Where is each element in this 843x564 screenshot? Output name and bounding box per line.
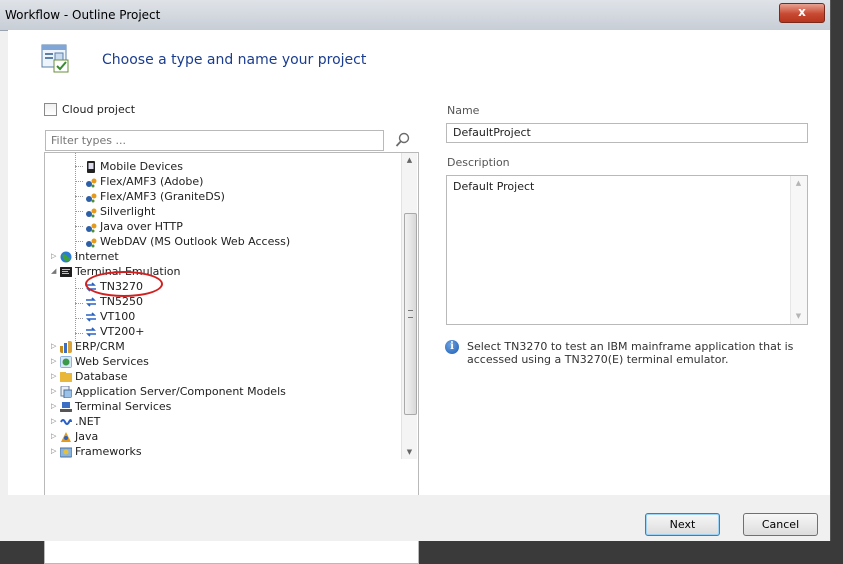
expand-arrow-icon[interactable]: ▷ [51,399,60,414]
protocol-icon [86,178,97,187]
grip-icon [408,310,413,318]
name-field[interactable]: DefaultProject [446,123,808,143]
tree-item-mobile-devices[interactable]: Mobile Devices [85,159,183,174]
filter-types-input[interactable] [51,134,351,147]
tree-item-frameworks[interactable]: ▷ Frameworks [51,444,142,459]
scroll-down-icon[interactable]: ▼ [402,445,417,459]
cloud-project-option[interactable]: Cloud project [44,103,135,116]
description-value: Default Project [453,180,535,193]
highlight-ellipse [85,271,163,297]
protocol-icon [86,208,97,217]
expand-arrow-icon[interactable]: ▷ [51,384,60,399]
tree-item-flex-amf3-graniteds[interactable]: Flex/AMF3 (GraniteDS) [85,189,225,204]
tree-scrollbar[interactable]: ▲ ▼ [401,153,417,459]
protocol-icon [86,223,97,232]
dotnet-icon [60,418,72,425]
scroll-up-icon[interactable]: ▲ [791,176,806,190]
description-label: Description [447,156,510,169]
scroll-thumb[interactable] [404,213,417,415]
page-heading: Choose a type and name your project [102,52,367,68]
frameworks-icon [60,447,72,457]
app-server-icon [60,385,72,398]
info-message: i Select TN3270 to test an IBM mainframe… [445,340,807,366]
tree-item-webdav[interactable]: WebDAV (MS Outlook Web Access) [85,234,290,249]
description-scrollbar[interactable]: ▲ ▼ [790,176,807,324]
tree-item-dotnet[interactable]: ▷ .NET [51,414,100,429]
tree-item-internet[interactable]: ▷ Internet [51,249,119,264]
description-field[interactable]: Default Project ▲ ▼ [446,175,808,325]
tree-item-silverlight[interactable]: Silverlight [85,204,155,219]
terminal-protocol-icon [86,296,96,307]
terminal-protocol-icon [86,311,96,322]
tree-item-erp-crm[interactable]: ▷ ERP/CRM [51,339,125,354]
next-button[interactable]: Next [645,513,720,536]
cancel-button[interactable]: Cancel [743,513,818,536]
terminal-services-icon [60,401,72,412]
expand-arrow-icon[interactable]: ▷ [51,249,60,264]
expand-arrow-icon[interactable]: ▷ [51,444,60,459]
cloud-project-checkbox[interactable] [44,103,57,116]
globe-icon [60,251,72,262]
info-icon: i [445,340,459,354]
tree-item-database[interactable]: ▷ Database [51,369,128,384]
tree-item-terminal-services[interactable]: ▷ Terminal Services [51,399,171,414]
web-services-icon [60,355,72,368]
expand-arrow-icon[interactable]: ▷ [51,354,60,369]
protocol-icon [86,193,97,202]
protocol-icon [86,238,97,247]
name-label: Name [447,104,480,117]
tree-rows: Mobile Devices Flex/AMF3 (Adobe) Flex/AM… [45,153,400,459]
tree-item-application-server[interactable]: ▷ Application Server/Component Models [51,384,286,399]
tree-item-java-over-http[interactable]: Java over HTTP [85,219,183,234]
cloud-project-label: Cloud project [62,103,136,116]
content-area: Cloud project Filter types ... Mobile De… [8,90,830,564]
database-icon [60,371,72,382]
tree-item-flex-amf3-adobe[interactable]: Flex/AMF3 (Adobe) [85,174,203,189]
expand-arrow-icon[interactable]: ▷ [51,429,60,444]
button-bar: Next Cancel [8,495,830,541]
mobile-device-icon [87,160,95,173]
java-icon [61,431,71,442]
title-bar[interactable]: Workflow - Outline Project x [0,0,830,31]
collapse-arrow-icon[interactable]: ◢ [51,264,60,279]
terminal-icon [60,266,72,277]
filter-types-box[interactable] [45,130,384,151]
expand-arrow-icon[interactable]: ▷ [51,414,60,429]
expand-arrow-icon[interactable]: ▷ [51,339,60,354]
dialog-window: Workflow - Outline Project x Choose a ty… [0,0,831,564]
terminal-protocol-icon [86,326,96,337]
project-wizard-icon [41,44,69,73]
wizard-banner: Choose a type and name your project [8,30,830,91]
window-title: Workflow - Outline Project [5,8,161,22]
close-button[interactable]: x [779,3,825,23]
erp-icon [60,340,72,353]
info-text: Select TN3270 to test an IBM mainframe a… [467,340,794,366]
scroll-up-icon[interactable]: ▲ [402,153,417,167]
name-value: DefaultProject [453,126,531,139]
tree-item-vt200-plus[interactable]: VT200+ [85,324,144,339]
scroll-down-icon[interactable]: ▼ [791,309,806,323]
search-icon[interactable] [395,132,411,148]
tree-item-web-services[interactable]: ▷ Web Services [51,354,149,369]
tree-item-vt100[interactable]: VT100 [85,309,135,324]
expand-arrow-icon[interactable]: ▷ [51,369,60,384]
tree-item-java[interactable]: ▷ Java [51,429,98,444]
